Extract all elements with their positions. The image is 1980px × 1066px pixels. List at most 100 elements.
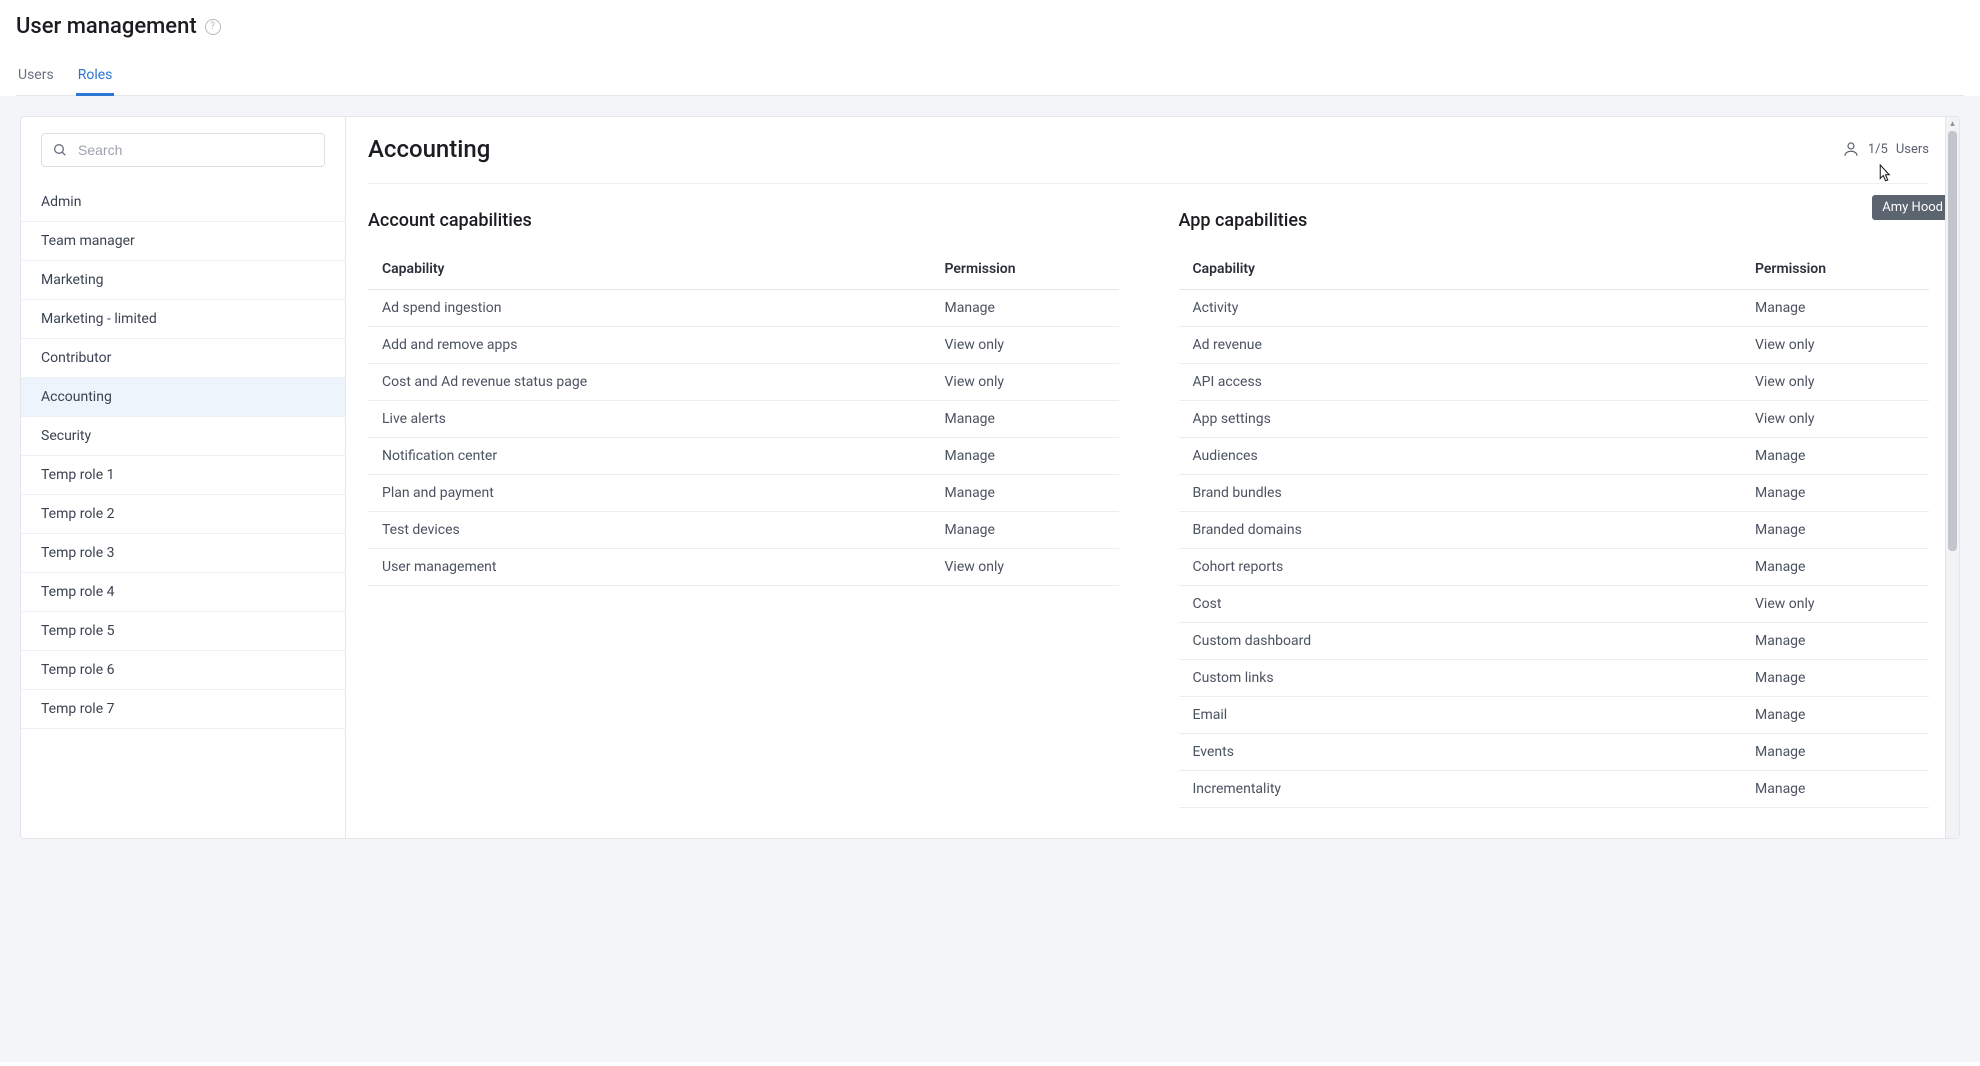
- capability-row: Custom dashboardManage: [1179, 623, 1930, 660]
- scrollbar[interactable]: ▴: [1945, 117, 1959, 838]
- role-list: AdminTeam managerMarketingMarketing - li…: [21, 183, 345, 729]
- capability-permission: Manage: [945, 300, 1105, 316]
- capability-permission: Manage: [945, 522, 1105, 538]
- role-item[interactable]: Temp role 3: [21, 534, 345, 573]
- capability-row: Custom linksManage: [1179, 660, 1930, 697]
- page-header: User management ? UsersRoles: [0, 0, 1980, 96]
- capability-permission: View only: [1755, 337, 1915, 353]
- capability-row: Cost and Ad revenue status pageView only: [368, 364, 1119, 401]
- capability-name: Branded domains: [1193, 522, 1756, 538]
- capability-name: App settings: [1193, 411, 1756, 427]
- capability-row: Test devicesManage: [368, 512, 1119, 549]
- capability-name: Cost: [1193, 596, 1756, 612]
- role-item[interactable]: Temp role 6: [21, 651, 345, 690]
- capability-name: API access: [1193, 374, 1756, 390]
- capability-permission: Manage: [1755, 633, 1915, 649]
- capability-name: Notification center: [382, 448, 945, 464]
- capability-row: API accessView only: [1179, 364, 1930, 401]
- user-icon: [1842, 140, 1860, 158]
- capability-permission: View only: [945, 337, 1105, 353]
- capability-row: ActivityManage: [1179, 290, 1930, 327]
- role-item[interactable]: Admin: [21, 183, 345, 222]
- capability-row: Plan and paymentManage: [368, 475, 1119, 512]
- capability-permission: View only: [1755, 411, 1915, 427]
- role-item[interactable]: Temp role 7: [21, 690, 345, 729]
- capability-name: Ad revenue: [1193, 337, 1756, 353]
- search-input[interactable]: [76, 141, 314, 159]
- capability-name: User management: [382, 559, 945, 575]
- capability-row: Ad spend ingestionManage: [368, 290, 1119, 327]
- account-capabilities: Account capabilities Capability Permissi…: [368, 210, 1119, 808]
- capability-row: Notification centerManage: [368, 438, 1119, 475]
- capability-row: Branded domainsManage: [1179, 512, 1930, 549]
- capability-name: Brand bundles: [1193, 485, 1756, 501]
- panel: AdminTeam managerMarketingMarketing - li…: [20, 116, 1960, 839]
- role-item[interactable]: Marketing: [21, 261, 345, 300]
- scroll-thumb[interactable]: [1948, 131, 1957, 551]
- capability-row: User managementView only: [368, 549, 1119, 586]
- search-box[interactable]: [41, 133, 325, 167]
- capability-row: IncrementalityManage: [1179, 771, 1930, 808]
- capability-permission: Manage: [1755, 300, 1915, 316]
- capability-name: Audiences: [1193, 448, 1756, 464]
- capability-permission: Manage: [945, 411, 1105, 427]
- role-item[interactable]: Team manager: [21, 222, 345, 261]
- capability-name: Cohort reports: [1193, 559, 1756, 575]
- capability-name: Incrementality: [1193, 781, 1756, 797]
- tabs: Users Roles: [16, 57, 1964, 96]
- account-caps-heading: Account capabilities: [368, 210, 1119, 231]
- app-capabilities: App capabilities Capability Permission A…: [1179, 210, 1930, 808]
- capability-name: Add and remove apps: [382, 337, 945, 353]
- capability-permission: Manage: [1755, 781, 1915, 797]
- role-item[interactable]: Security: [21, 417, 345, 456]
- capability-permission: Manage: [1755, 522, 1915, 538]
- capability-name: Custom links: [1193, 670, 1756, 686]
- role-item[interactable]: Marketing - limited: [21, 300, 345, 339]
- capability-permission: View only: [945, 374, 1105, 390]
- workspace: AdminTeam managerMarketingMarketing - li…: [0, 96, 1980, 1062]
- help-icon[interactable]: ?: [205, 19, 221, 35]
- capability-row: CostView only: [1179, 586, 1930, 623]
- capability-permission: Manage: [1755, 448, 1915, 464]
- capability-name: Cost and Ad revenue status page: [382, 374, 945, 390]
- capability-permission: Manage: [1755, 559, 1915, 575]
- capability-permission: Manage: [1755, 707, 1915, 723]
- capability-name: Custom dashboard: [1193, 633, 1756, 649]
- tab-roles[interactable]: Roles: [76, 57, 115, 95]
- capability-row: EventsManage: [1179, 734, 1930, 771]
- user-tooltip: Amy Hood: [1872, 195, 1953, 220]
- capability-permission: View only: [1755, 374, 1915, 390]
- capability-row: Brand bundlesManage: [1179, 475, 1930, 512]
- role-item[interactable]: Temp role 1: [21, 456, 345, 495]
- capability-row: AudiencesManage: [1179, 438, 1930, 475]
- role-item[interactable]: Temp role 2: [21, 495, 345, 534]
- capability-row: App settingsView only: [1179, 401, 1930, 438]
- capability-permission: View only: [945, 559, 1105, 575]
- app-caps-heading: App capabilities: [1179, 210, 1930, 231]
- search-icon: [52, 142, 68, 158]
- users-count-value: 1/5: [1868, 142, 1888, 157]
- scroll-up-arrow[interactable]: ▴: [1946, 118, 1959, 130]
- tab-users[interactable]: Users: [16, 57, 56, 95]
- role-title: Accounting: [368, 135, 490, 163]
- role-item[interactable]: Contributor: [21, 339, 345, 378]
- capability-row: Ad revenueView only: [1179, 327, 1930, 364]
- role-item[interactable]: Accounting: [21, 378, 345, 417]
- role-item[interactable]: Temp role 4: [21, 573, 345, 612]
- capability-name: Email: [1193, 707, 1756, 723]
- capability-permission: Manage: [1755, 485, 1915, 501]
- col-capability: Capability: [1193, 261, 1756, 277]
- capability-name: Plan and payment: [382, 485, 945, 501]
- users-count-button[interactable]: 1/5 Users: [1842, 140, 1929, 158]
- capability-name: Activity: [1193, 300, 1756, 316]
- capability-row: Live alertsManage: [368, 401, 1119, 438]
- capability-permission: Manage: [1755, 670, 1915, 686]
- capability-permission: View only: [1755, 596, 1915, 612]
- capability-name: Live alerts: [382, 411, 945, 427]
- role-item[interactable]: Temp role 5: [21, 612, 345, 651]
- capability-row: Add and remove appsView only: [368, 327, 1119, 364]
- capability-name: Ad spend ingestion: [382, 300, 945, 316]
- col-capability: Capability: [382, 261, 945, 277]
- capability-permission: Manage: [945, 448, 1105, 464]
- users-count-label: Users: [1896, 142, 1929, 157]
